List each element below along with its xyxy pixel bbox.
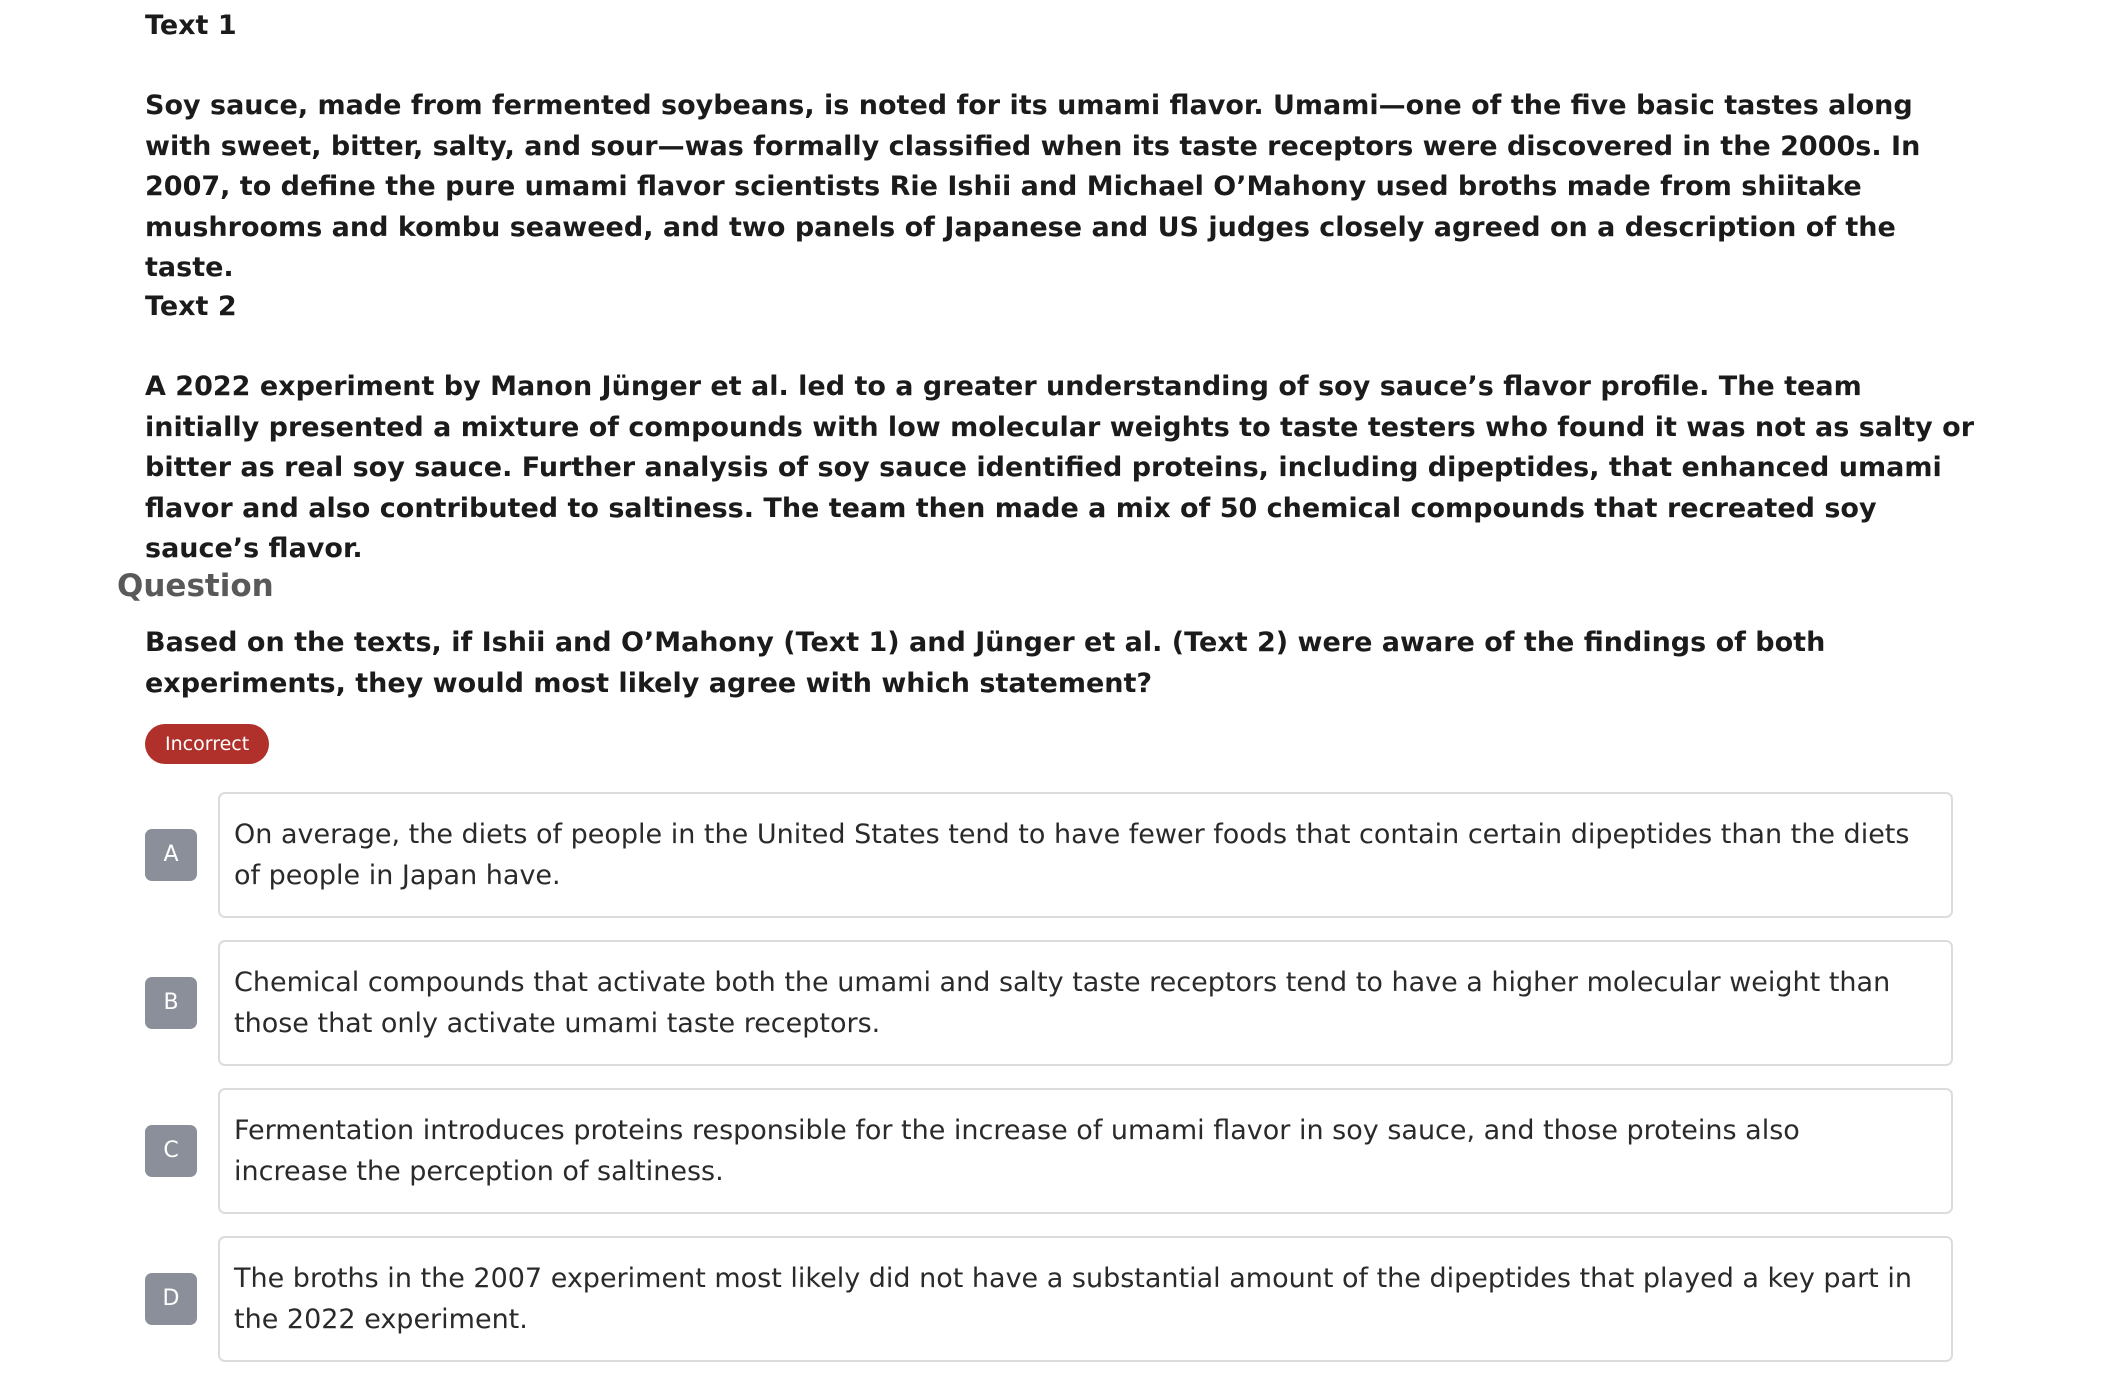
text1-passage: Soy sauce, made from fermented soybeans,… bbox=[145, 90, 1921, 283]
choice-text-a: On average, the diets of people in the U… bbox=[234, 819, 1910, 891]
choice-option-b[interactable]: Chemical compounds that activate both th… bbox=[218, 940, 1953, 1066]
choice-letter-d[interactable]: D bbox=[145, 1273, 197, 1325]
text1-heading: Text 1 bbox=[145, 10, 237, 41]
choice-text-d: The broths in the 2007 experiment most l… bbox=[234, 1263, 1912, 1335]
choice-letter-a[interactable]: A bbox=[145, 829, 197, 881]
choice-text-b: Chemical compounds that activate both th… bbox=[234, 967, 1891, 1039]
choice-option-a[interactable]: On average, the diets of people in the U… bbox=[218, 792, 1953, 918]
answer-choice-c[interactable]: C Fermentation introduces proteins respo… bbox=[145, 1088, 1953, 1214]
question-heading: Question bbox=[117, 568, 274, 604]
text2-passage: A 2022 experiment by Manon Jünger et al.… bbox=[145, 371, 1975, 564]
choice-text-c: Fermentation introduces proteins respons… bbox=[234, 1115, 1800, 1187]
choice-letter-b[interactable]: B bbox=[145, 977, 197, 1029]
answer-choice-d[interactable]: D The broths in the 2007 experiment most… bbox=[145, 1236, 1953, 1362]
choice-letter-c[interactable]: C bbox=[145, 1125, 197, 1177]
answer-choice-a[interactable]: A On average, the diets of people in the… bbox=[145, 792, 1953, 918]
answer-choice-b[interactable]: B Chemical compounds that activate both … bbox=[145, 940, 1953, 1066]
choice-option-c[interactable]: Fermentation introduces proteins respons… bbox=[218, 1088, 1953, 1214]
text2-heading: Text 2 bbox=[145, 291, 237, 322]
choice-option-d[interactable]: The broths in the 2007 experiment most l… bbox=[218, 1236, 1953, 1362]
status-badge: Incorrect bbox=[145, 724, 270, 764]
question-stem: Based on the texts, if Ishii and O’Mahon… bbox=[145, 627, 1826, 699]
